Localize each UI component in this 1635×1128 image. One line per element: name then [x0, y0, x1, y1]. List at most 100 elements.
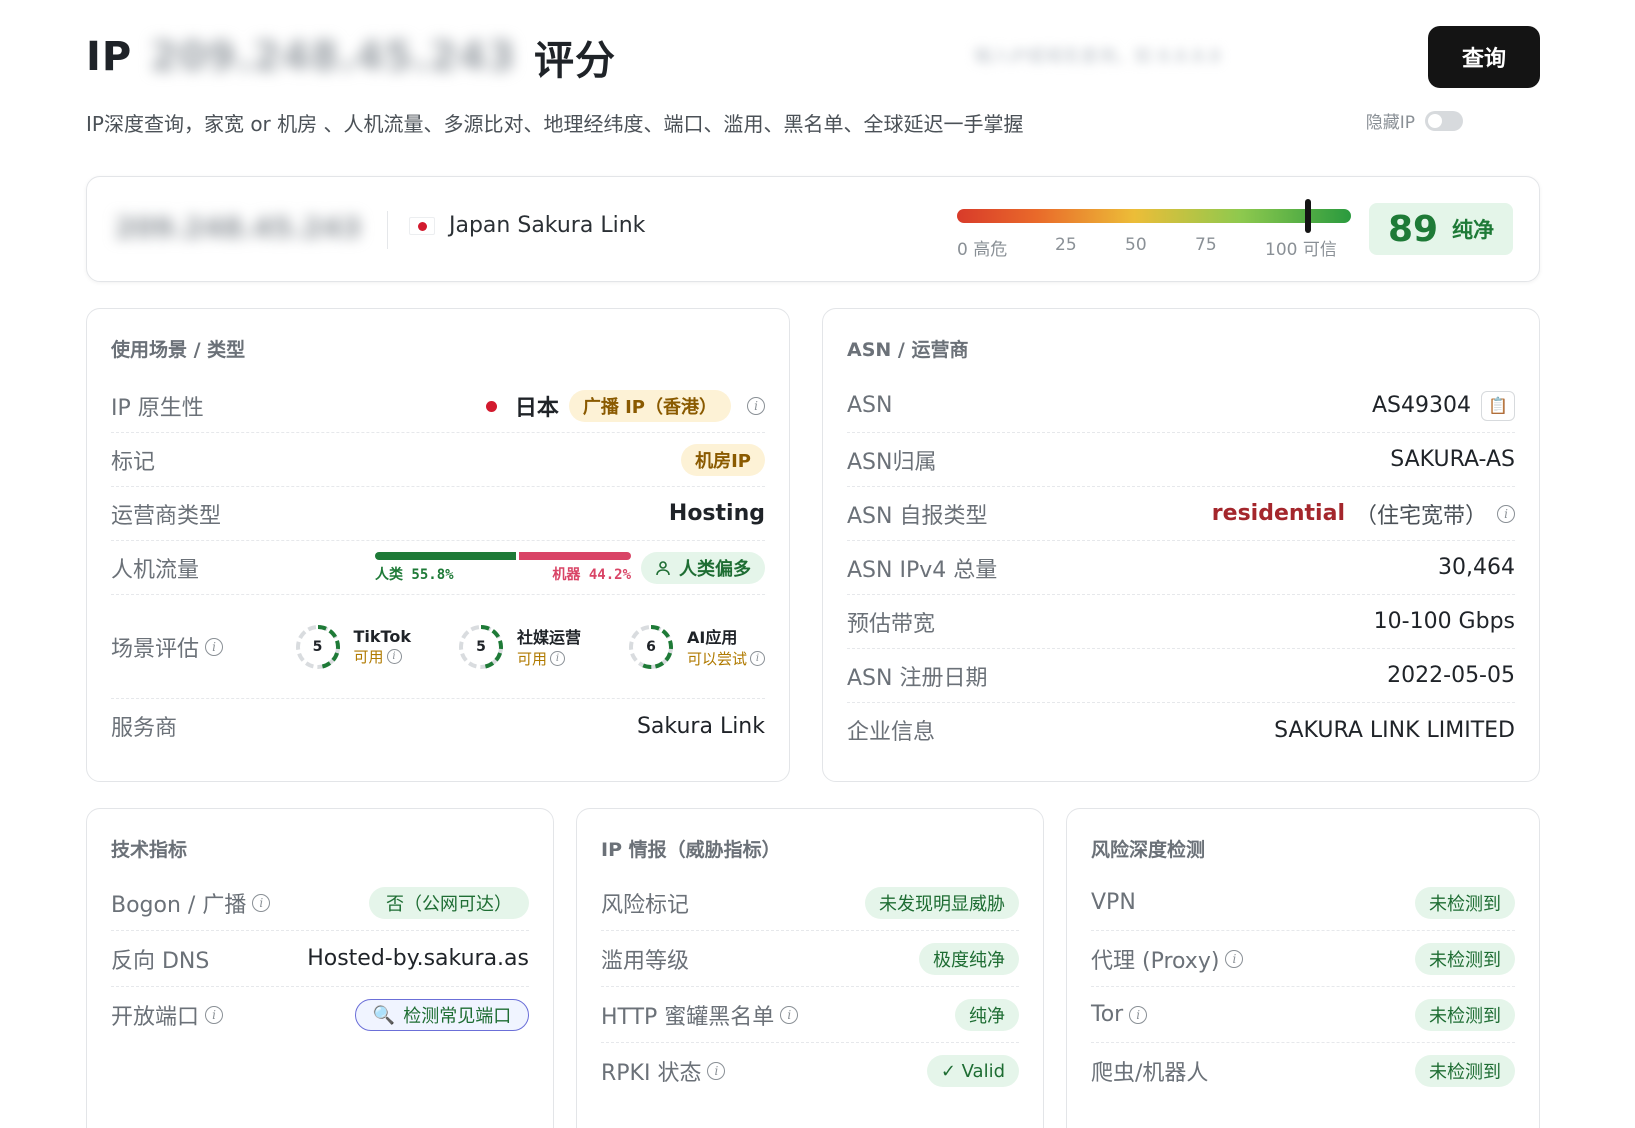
scene-status: 可用 i [354, 646, 411, 667]
row-label: ASN [847, 393, 893, 418]
tech-rows: Bogon / 广播 i 否（公网可达） 反向 DNS Hosted-by.sa… [111, 875, 529, 1043]
page-title: IP 209.248.45.243 评分 [86, 28, 616, 86]
row-provider: 服务商 Sakura Link [111, 699, 765, 753]
row-vpn: VPN 未检测到 [1091, 875, 1515, 931]
row-ipv4-total: ASN IPv4 总量 30,464 [847, 541, 1515, 595]
location-text: Japan Sakura Link [449, 213, 646, 238]
row-bandwidth: 预估带宽 10-100 Gbps [847, 595, 1515, 649]
traffic-bot-bar [519, 551, 631, 560]
clipboard-icon[interactable]: 📋 [1481, 390, 1515, 421]
panel-title: 使用场景 / 类型 [111, 339, 246, 361]
scene-score-ring: 6 [627, 623, 675, 671]
info-icon[interactable]: i [252, 893, 271, 912]
row-company: 企业信息 SAKURA LINK LIMITED [847, 703, 1515, 757]
score-card: 209.248.45.243 Japan Sakura Link 0 高危 25… [86, 176, 1540, 282]
info-icon[interactable]: i [205, 637, 224, 656]
intel-rows: 风险标记 未发现明显威胁 滥用等级 极度纯净 HTTP 蜜罐黑名单 i 纯净 R… [601, 875, 1019, 1099]
info-icon[interactable]: i [1497, 504, 1515, 523]
scene-item-tiktok: 5 TikTok 可用 i [294, 623, 411, 671]
info-icon[interactable]: i [747, 396, 765, 415]
panel-title: 风险深度检测 [1091, 839, 1206, 861]
provider-value: Sakura Link [636, 713, 765, 739]
native-badge: 广播 IP（香港） [568, 389, 731, 422]
row-ports: 开放端口 i 🔍 检测常见端口 [111, 987, 529, 1043]
info-icon[interactable]: i [549, 651, 565, 666]
row-scene: 场景评估 i 5 TikTok 可用 i 5 社媒运营 可用 i 6 AI应用 … [111, 595, 765, 699]
scan-ports-label: 检测常见端口 [403, 1006, 512, 1027]
divider [387, 211, 388, 249]
row-value: residential （住宅宽带） i [1212, 498, 1515, 530]
panel-title: IP 情报（威胁指标） [601, 839, 781, 861]
traffic-human-label: 人类 55.8% [375, 566, 454, 583]
isp-type-value: Hosting [668, 501, 765, 526]
traffic-labels: 人类 55.8% 机器 44.2% [375, 564, 631, 584]
row-label: HTTP 蜜罐黑名单 i [601, 999, 799, 1031]
info-icon[interactable]: i [1225, 949, 1244, 968]
panel-title: 技术指标 [111, 839, 188, 861]
row-crawler: 爬虫/机器人 未检测到 [1091, 1043, 1515, 1099]
row-mark: 标记 机房IP [111, 433, 765, 487]
info-icon[interactable]: i [780, 1005, 799, 1024]
row-rdns: 反向 DNS Hosted-by.sakura.as [111, 931, 529, 987]
row-value: 30,464 [1438, 555, 1515, 580]
info-icon[interactable]: i [1129, 1005, 1148, 1024]
query-button[interactable]: 查询 [1428, 26, 1540, 88]
proxy-label: 代理 (Proxy) [1091, 948, 1220, 974]
row-value: 10-100 Gbps [1373, 609, 1515, 634]
gauge-tick: 50 [1125, 235, 1147, 255]
traffic-bot-label: 机器 44.2% [552, 566, 631, 583]
info-icon[interactable]: i [707, 1062, 726, 1080]
location: Japan Sakura Link [409, 213, 645, 238]
intel-panel: IP 情报（威胁指标） 风险标记 未发现明显威胁 滥用等级 极度纯净 HTTP … [576, 808, 1044, 1128]
tor-badge: 未检测到 [1415, 998, 1515, 1031]
magnifier-icon: 🔍 [372, 1004, 396, 1026]
search-input[interactable]: 输入IP或域名查询，如 8.8.8.8 [974, 42, 1394, 72]
info-icon[interactable]: i [205, 1006, 224, 1024]
scene-status: 可以尝试 i [687, 648, 765, 669]
row-label: 运营商类型 [111, 503, 222, 529]
traffic-meter: 人类 55.8% 机器 44.2% [375, 551, 631, 584]
scan-ports-button[interactable]: 🔍 检测常见端口 [355, 999, 529, 1031]
score-label: 纯净 [1452, 218, 1495, 242]
honeypot-label: HTTP 蜜罐黑名单 [601, 1004, 775, 1030]
row-label: 滥用等级 [601, 948, 690, 974]
scene-text: AI应用 可以尝试 i [687, 624, 765, 669]
row-label: ASN 注册日期 [847, 665, 988, 691]
bogon-label: Bogon / 广播 [111, 892, 247, 918]
traffic-bars [375, 551, 631, 560]
scene-label: 场景评估 [111, 636, 200, 662]
scene-item-social: 5 社媒运营 可用 i [457, 623, 581, 671]
row-native: IP 原生性 日本 广播 IP（香港） i [111, 379, 765, 433]
row-label: VPN [1091, 890, 1136, 915]
row-label: 爬虫/机器人 [1091, 1061, 1209, 1086]
scene-score-ring: 5 [457, 623, 505, 671]
row-label: ASN IPv4 总量 [847, 557, 998, 583]
asn-rows: ASN AS49304 📋 ASN归属 SAKURA-AS ASN 自报类型 r… [847, 379, 1515, 757]
row-bogon: Bogon / 广播 i 否（公网可达） [111, 875, 529, 931]
row-asn-owner: ASN归属 SAKURA-AS [847, 433, 1515, 487]
scene-score: 6 [646, 638, 656, 655]
row-traffic: 人机流量 人类 55.8% 机器 44.2% 人类偏多 [111, 541, 765, 595]
rpki-badge: ✓ Valid [926, 1055, 1019, 1087]
vpn-badge: 未检测到 [1415, 886, 1515, 919]
gauge-bar [957, 209, 1351, 223]
hide-ip-toggle[interactable] [1425, 110, 1463, 131]
mark-badge: 机房IP [681, 443, 765, 476]
row-honeypot: HTTP 蜜罐黑名单 i 纯净 [601, 987, 1019, 1043]
asn-value: AS49304 [1372, 393, 1471, 418]
crawler-badge: 未检测到 [1415, 1055, 1515, 1087]
scene-text: TikTok 可用 i [354, 627, 411, 667]
japan-flag-icon [479, 396, 505, 416]
gauge-tick: 0 高危 [957, 240, 1008, 260]
scene-score: 5 [476, 638, 486, 655]
tech-panel: 技术指标 Bogon / 广播 i 否（公网可达） 反向 DNS Hosted-… [86, 808, 554, 1128]
row-value: 人类 55.8% 机器 44.2% 人类偏多 [375, 551, 765, 584]
scene-status-text: 可用 [516, 650, 547, 668]
row-value: AS49304 📋 [1372, 390, 1515, 421]
info-icon[interactable]: i [750, 651, 765, 666]
gauge-marker [1304, 199, 1311, 233]
scene-status-text: 可用 [353, 647, 384, 666]
scene-list: 5 TikTok 可用 i 5 社媒运营 可用 i 6 AI应用 可以尝试 i [294, 623, 765, 671]
info-icon[interactable]: i [386, 648, 402, 664]
row-label: Tor i [1091, 1002, 1148, 1027]
